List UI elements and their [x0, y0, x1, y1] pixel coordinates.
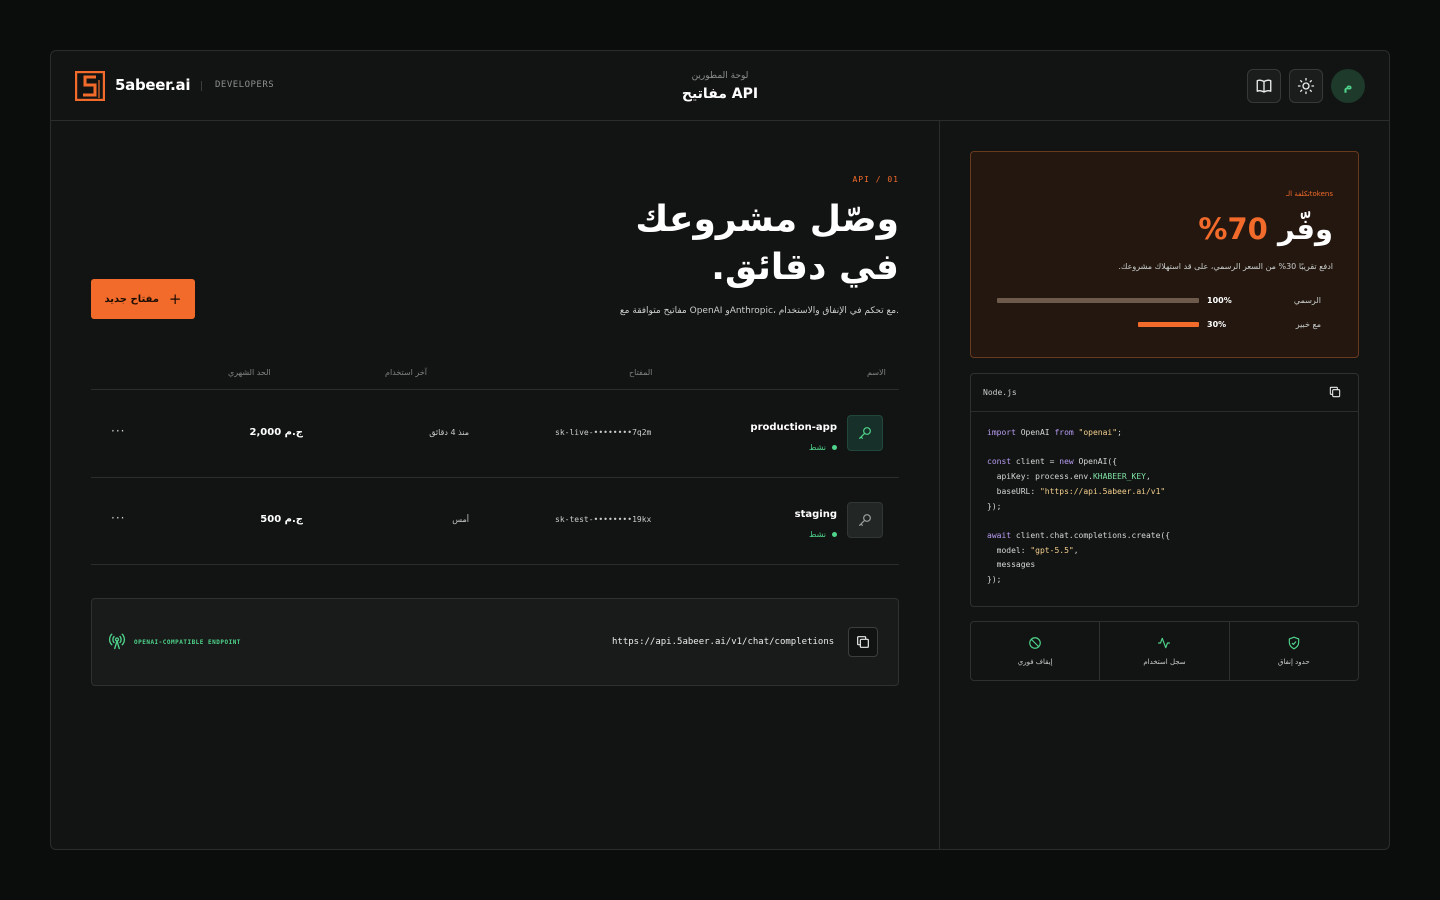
code-body: import OpenAI from "openai"; const clien… [987, 426, 1170, 588]
savings-description: ادفع تقريبًا 30% من السعر الرسمي، على قد… [1118, 262, 1333, 271]
app-window: 5abeer.ai DEVELOPERS لوحة المطورين مفاتي… [50, 50, 1390, 850]
page-title: مفاتيح API [681, 86, 759, 102]
page-subtitle: لوحة المطورين [691, 71, 749, 81]
savings-headline: وفّر 70% [1198, 212, 1333, 246]
copy-icon [857, 636, 869, 648]
row-menu-button[interactable]: ··· [111, 511, 125, 525]
code-line: }); [987, 501, 1002, 511]
feature-usage-log[interactable]: سجل استخدام [1099, 622, 1228, 680]
key-name: staging [794, 509, 837, 520]
feature-label: حدود إنفاق [1277, 658, 1310, 666]
ban-icon [1029, 637, 1041, 649]
feature-label: إيقاف فوري [1017, 658, 1053, 666]
masked-key: sk-test-••••••••19kx [555, 515, 652, 524]
progress-bar-official [997, 298, 1199, 303]
progress-bar-khabeer [1138, 322, 1199, 327]
bar-percent-khabeer: 30% [1207, 320, 1227, 329]
table-row[interactable]: staging نشط sk-test-••••••••19kx أمس 500… [91, 478, 899, 565]
bar-label-official: الرسمي [1293, 296, 1321, 305]
column-header-limit: الحد الشهري [228, 368, 271, 377]
table-row[interactable]: production-app نشط sk-live-••••••••7q2m … [91, 390, 899, 477]
code-language: Node.js [983, 388, 1017, 397]
monthly-limit: 2,000 ج.م [249, 427, 303, 438]
new-key-label: مفتاح جديد [104, 293, 159, 305]
row-menu-button[interactable]: ··· [111, 424, 125, 438]
plus-icon: + [168, 290, 182, 308]
hero-title-line-2: في دقائق. [711, 247, 899, 288]
code-line: model: "gpt-5.5", [987, 545, 1079, 555]
code-snippet-card: Node.js import OpenAI from "openai"; con… [970, 373, 1359, 607]
masked-key: sk-live-••••••••7q2m [555, 428, 652, 437]
copy-code-icon[interactable] [1328, 385, 1342, 399]
bar-percent-official: 100% [1207, 296, 1232, 305]
features-strip: إيقاف فوري سجل استخدام حدود إنفاق [970, 621, 1359, 681]
docs-button[interactable] [1247, 69, 1281, 103]
section-tag: API / 01 [852, 175, 899, 184]
code-line: await client.chat.completions.create({ [987, 530, 1171, 540]
status-badge: نشط [809, 530, 837, 539]
sun-icon [1297, 77, 1315, 95]
new-key-button[interactable]: مفتاح جديد + [91, 279, 195, 319]
book-icon [1256, 79, 1272, 93]
endpoint-label: OPENAI-COMPATIBLE ENDPOINT [134, 639, 241, 646]
column-divider [939, 121, 940, 849]
code-line: const client = new OpenAI({ [987, 457, 1118, 467]
column-header-last-used: آخر استخدام [385, 368, 428, 377]
feature-spend-limits[interactable]: حدود إنفاق [1228, 622, 1358, 680]
theme-toggle-button[interactable] [1289, 69, 1323, 103]
hero-title: وصّل مشروعك في دقائق. [499, 196, 899, 292]
code-line: messages [987, 560, 1036, 570]
column-header-key: المفتاح [629, 368, 653, 377]
code-line: import OpenAI from "openai"; [987, 428, 1122, 437]
feature-kill-switch[interactable]: إيقاف فوري [971, 622, 1099, 680]
endpoint-url[interactable]: https://api.5abeer.ai/v1/chat/completion… [612, 637, 834, 647]
top-header: 5abeer.ai DEVELOPERS لوحة المطورين مفاتي… [51, 51, 1389, 121]
table-divider [91, 564, 899, 565]
column-header-name: الاسم [867, 368, 886, 377]
key-icon [847, 502, 883, 538]
key-icon [847, 415, 883, 451]
savings-label: تكلفة الـtokens [1285, 190, 1333, 198]
feature-label: سجل استخدام [1143, 658, 1186, 666]
savings-word: وفّر [1277, 212, 1333, 246]
code-header: Node.js [971, 374, 1358, 412]
code-line: apiKey: process.env.KHABEER_KEY, [987, 472, 1151, 482]
hero-description: مفاتيح متوافقة مع OpenAI وAnthropic، مع … [619, 306, 899, 316]
code-line: baseURL: "https://api.5abeer.ai/v1" [987, 486, 1166, 496]
activity-icon [1158, 637, 1171, 649]
code-line: }); [987, 575, 1002, 585]
savings-percent: 70% [1198, 212, 1268, 246]
hero-title-line-1: وصّل مشروعك [635, 199, 899, 240]
last-used: منذ 4 دقائق [429, 428, 469, 437]
bar-label-khabeer: مع خبير [1295, 320, 1321, 329]
savings-card: تكلفة الـtokens وفّر 70% ادفع تقريبًا 30… [970, 151, 1359, 358]
endpoint-card: OPENAI-COMPATIBLE ENDPOINT https://api.5… [91, 598, 899, 686]
status-badge: نشط [809, 443, 837, 452]
copy-endpoint-button[interactable] [848, 627, 878, 657]
user-avatar[interactable]: م [1331, 69, 1365, 103]
last-used: أمس [452, 515, 469, 524]
monthly-limit: 500 ج.م [260, 514, 303, 525]
broadcast-icon [108, 633, 126, 650]
key-name: production-app [750, 422, 837, 433]
shield-check-icon [1288, 636, 1300, 650]
